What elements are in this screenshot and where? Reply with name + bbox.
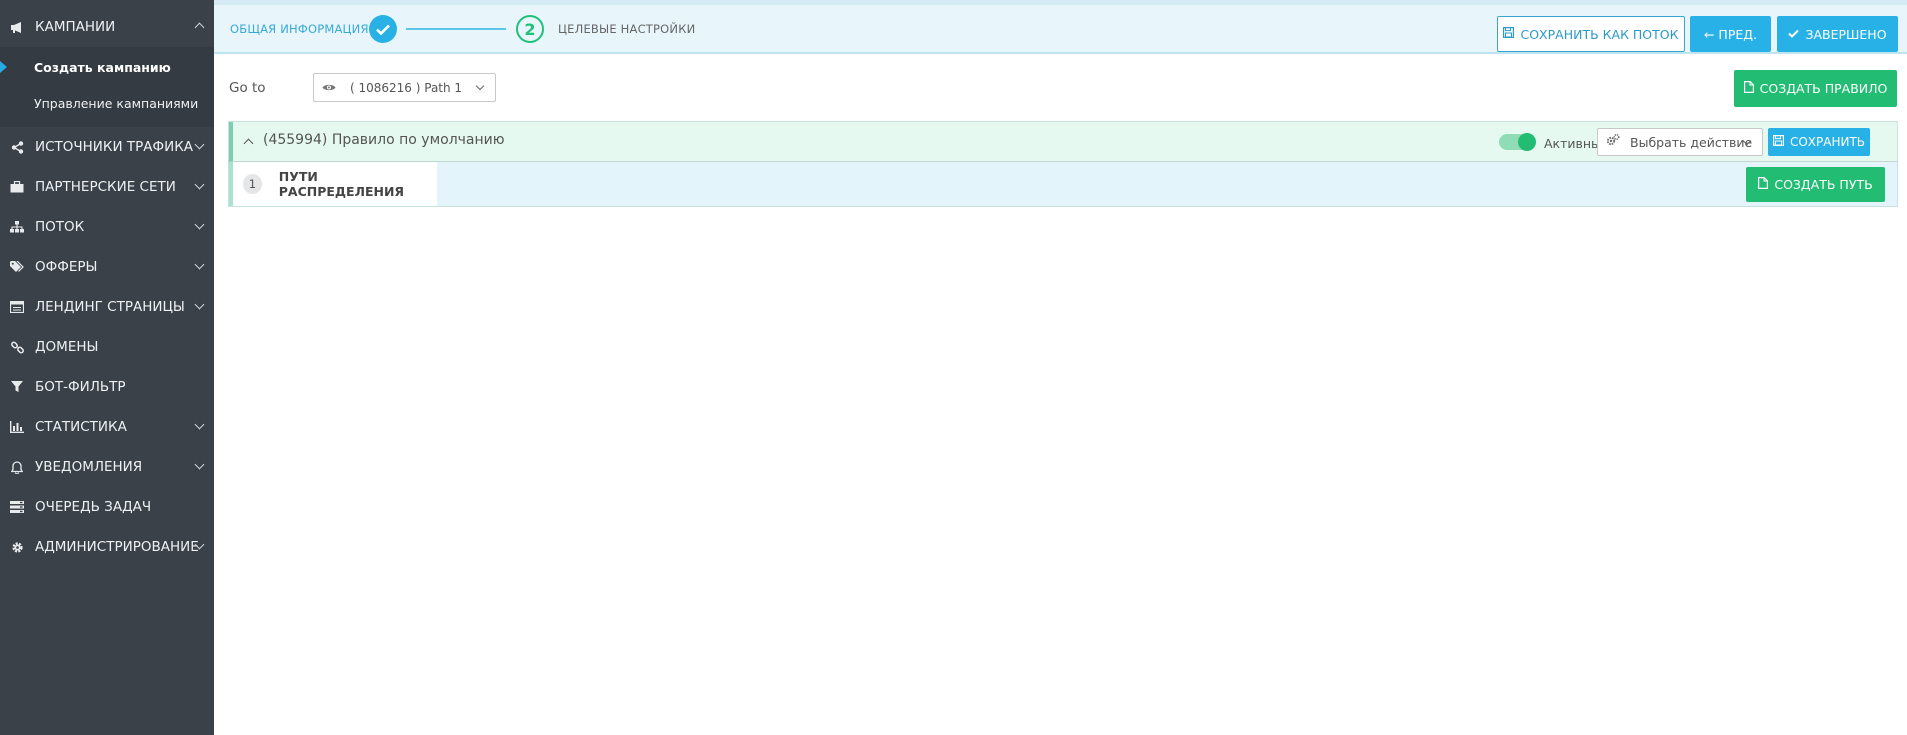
save-rule-label: СОХРАНИТЬ <box>1789 135 1866 149</box>
floppy-icon <box>1772 135 1784 149</box>
create-rule-label: СОЗДАТЬ ПРАВИЛО <box>1759 81 1888 96</box>
bar-chart-icon <box>8 420 26 434</box>
toggle-knob <box>1518 133 1536 151</box>
chevron-down-icon <box>194 259 205 270</box>
check-icon <box>1788 27 1800 41</box>
sidebar-item-label: КАМПАНИИ <box>35 19 116 35</box>
chevron-down-icon <box>194 419 205 430</box>
prev-label: ← ПРЕД. <box>1703 26 1758 42</box>
tasks-icon <box>8 500 26 514</box>
sidebar-item-label: БОТ-ФИЛЬТР <box>35 379 126 395</box>
sitemap-icon <box>8 220 26 234</box>
goto-selected-value: ( 1086216 ) Path 1 <box>350 80 463 95</box>
sidebar-item-notifications[interactable]: УВЕДОМЛЕНИЯ <box>0 447 214 487</box>
paths-tab-label: ПУТИ РАСПРЕДЕЛЕНИЯ <box>278 169 405 199</box>
sidebar-menu: КАМПАНИИ Создать кампанию Управление кам… <box>0 7 214 567</box>
sidebar-item-flow[interactable]: ПОТОК <box>0 207 214 247</box>
done-label: ЗАВЕРШЕНО <box>1805 26 1887 42</box>
sidebar-item-statistics[interactable]: СТАТИСТИКА <box>0 407 214 447</box>
sidebar-item-label: ОЧЕРЕДЬ ЗАДАЧ <box>35 499 152 515</box>
step-2-label: ЦЕЛЕВЫЕ НАСТРОЙКИ <box>558 22 696 36</box>
sidebar-item-administration[interactable]: АДМИНИСТРИРОВАНИЕ <box>0 527 214 567</box>
window-icon <box>8 300 26 314</box>
sidebar-item-label: ЛЕНДИНГ СТРАНИЦЫ <box>35 299 185 315</box>
chevron-up-icon[interactable] <box>243 138 254 149</box>
sidebar-item-label: ОФФЕРЫ <box>35 259 98 275</box>
link-icon <box>8 340 26 354</box>
sidebar-item-landing-pages[interactable]: ЛЕНДИНГ СТРАНИЦЫ <box>0 287 214 327</box>
chevron-up-icon <box>194 22 205 33</box>
step-connector <box>406 28 506 30</box>
sidebar-subitem-create-campaign[interactable]: Создать кампанию <box>0 49 214 85</box>
goto-label: Go to <box>229 80 266 96</box>
sidebar-item-label: АДМИНИСТРИРОВАНИЕ <box>35 539 199 555</box>
tab-distribution-paths[interactable]: 1 ПУТИ РАСПРЕДЕЛЕНИЯ <box>233 162 437 206</box>
campaigns-submenu: Создать кампанию Управление кампаниями <box>0 47 214 127</box>
main-content: ОБЩАЯ ИНФОРМАЦИЯ 2 ЦЕЛЕВЫЕ НАСТРОЙКИ СОХ… <box>214 0 1907 735</box>
sidebar-item-label: ДОМЕНЫ <box>35 339 99 355</box>
rule-panel: (455994) Правило по умолчанию Активный В… <box>228 121 1898 207</box>
sidebar-item-task-queue[interactable]: ОЧЕРЕДЬ ЗАДАЧ <box>0 487 214 527</box>
check-icon[interactable] <box>369 15 397 43</box>
action-dropdown[interactable]: Выбрать действие <box>1597 128 1763 156</box>
sidebar-item-label: УВЕДОМЛЕНИЯ <box>35 459 143 475</box>
chevron-down-icon <box>194 139 205 150</box>
step-2-indicator: 2 <box>516 15 544 43</box>
chevron-down-icon <box>194 299 205 310</box>
save-as-flow-button[interactable]: СОХРАНИТЬ КАК ПОТОК <box>1497 16 1685 52</box>
sidebar-item-label: ПОТОК <box>35 219 85 235</box>
floppy-icon <box>1503 27 1515 41</box>
sidebar-subitem-label: Управление кампаниями <box>34 95 199 111</box>
file-icon <box>1743 81 1754 96</box>
sidebar-item-bot-filter[interactable]: БОТ-ФИЛЬТР <box>0 367 214 407</box>
eye-icon <box>322 81 336 95</box>
paths-count-badge: 1 <box>243 174 262 194</box>
chevron-down-icon <box>194 219 205 230</box>
sidebar-subitem-label: Создать кампанию <box>34 59 171 75</box>
paths-row: 1 ПУТИ РАСПРЕДЕЛЕНИЯ СОЗДАТЬ ПУТЬ <box>229 162 1897 206</box>
sidebar-subitem-manage-campaigns[interactable]: Управление кампаниями <box>0 85 214 121</box>
done-button[interactable]: ЗАВЕРШЕНО <box>1777 16 1898 52</box>
create-path-label: СОЗДАТЬ ПУТЬ <box>1774 177 1873 192</box>
chevron-down-icon <box>475 81 485 91</box>
active-toggle[interactable] <box>1499 133 1536 151</box>
wizard-bar: ОБЩАЯ ИНФОРМАЦИЯ 2 ЦЕЛЕВЫЕ НАСТРОЙКИ СОХ… <box>214 5 1907 54</box>
chevron-down-icon <box>194 459 205 470</box>
file-icon <box>1758 177 1769 192</box>
save-as-flow-label: СОХРАНИТЬ КАК ПОТОК <box>1520 26 1679 42</box>
tags-icon <box>8 260 26 274</box>
prev-button[interactable]: ← ПРЕД. <box>1690 16 1771 52</box>
create-path-button[interactable]: СОЗДАТЬ ПУТЬ <box>1746 167 1885 202</box>
sidebar-item-campaigns[interactable]: КАМПАНИИ <box>0 7 214 47</box>
filter-icon <box>8 380 26 394</box>
sidebar-item-domains[interactable]: ДОМЕНЫ <box>0 327 214 367</box>
sidebar-item-offers[interactable]: ОФФЕРЫ <box>0 247 214 287</box>
sidebar-item-label: ПАРТНЕРСКИЕ СЕТИ <box>35 179 176 195</box>
bell-icon <box>8 460 26 474</box>
goto-select[interactable]: ( 1086216 ) Path 1 <box>313 73 496 102</box>
gears-icon <box>1606 134 1620 150</box>
megaphone-icon <box>8 20 26 34</box>
rule-header: (455994) Правило по умолчанию Активный В… <box>229 122 1897 162</box>
sidebar-item-traffic-sources[interactable]: ИСТОЧНИКИ ТРАФИКА <box>0 127 214 167</box>
sidebar-item-affiliate-networks[interactable]: ПАРТНЕРСКИЕ СЕТИ <box>0 167 214 207</box>
gear-icon <box>8 540 26 554</box>
share-icon <box>8 140 26 154</box>
sidebar: КАМПАНИИ Создать кампанию Управление кам… <box>0 0 214 735</box>
save-rule-button[interactable]: СОХРАНИТЬ <box>1768 128 1870 156</box>
sidebar-item-label: СТАТИСТИКА <box>35 419 127 435</box>
step-1-label[interactable]: ОБЩАЯ ИНФОРМАЦИЯ <box>230 22 369 36</box>
rule-title[interactable]: (455994) Правило по умолчанию <box>263 132 505 148</box>
chevron-down-icon <box>194 179 205 190</box>
create-rule-button[interactable]: СОЗДАТЬ ПРАВИЛО <box>1734 70 1897 107</box>
action-dropdown-label: Выбрать действие <box>1630 134 1753 150</box>
sidebar-item-label: ИСТОЧНИКИ ТРАФИКА <box>35 139 194 155</box>
briefcase-icon <box>8 180 26 194</box>
